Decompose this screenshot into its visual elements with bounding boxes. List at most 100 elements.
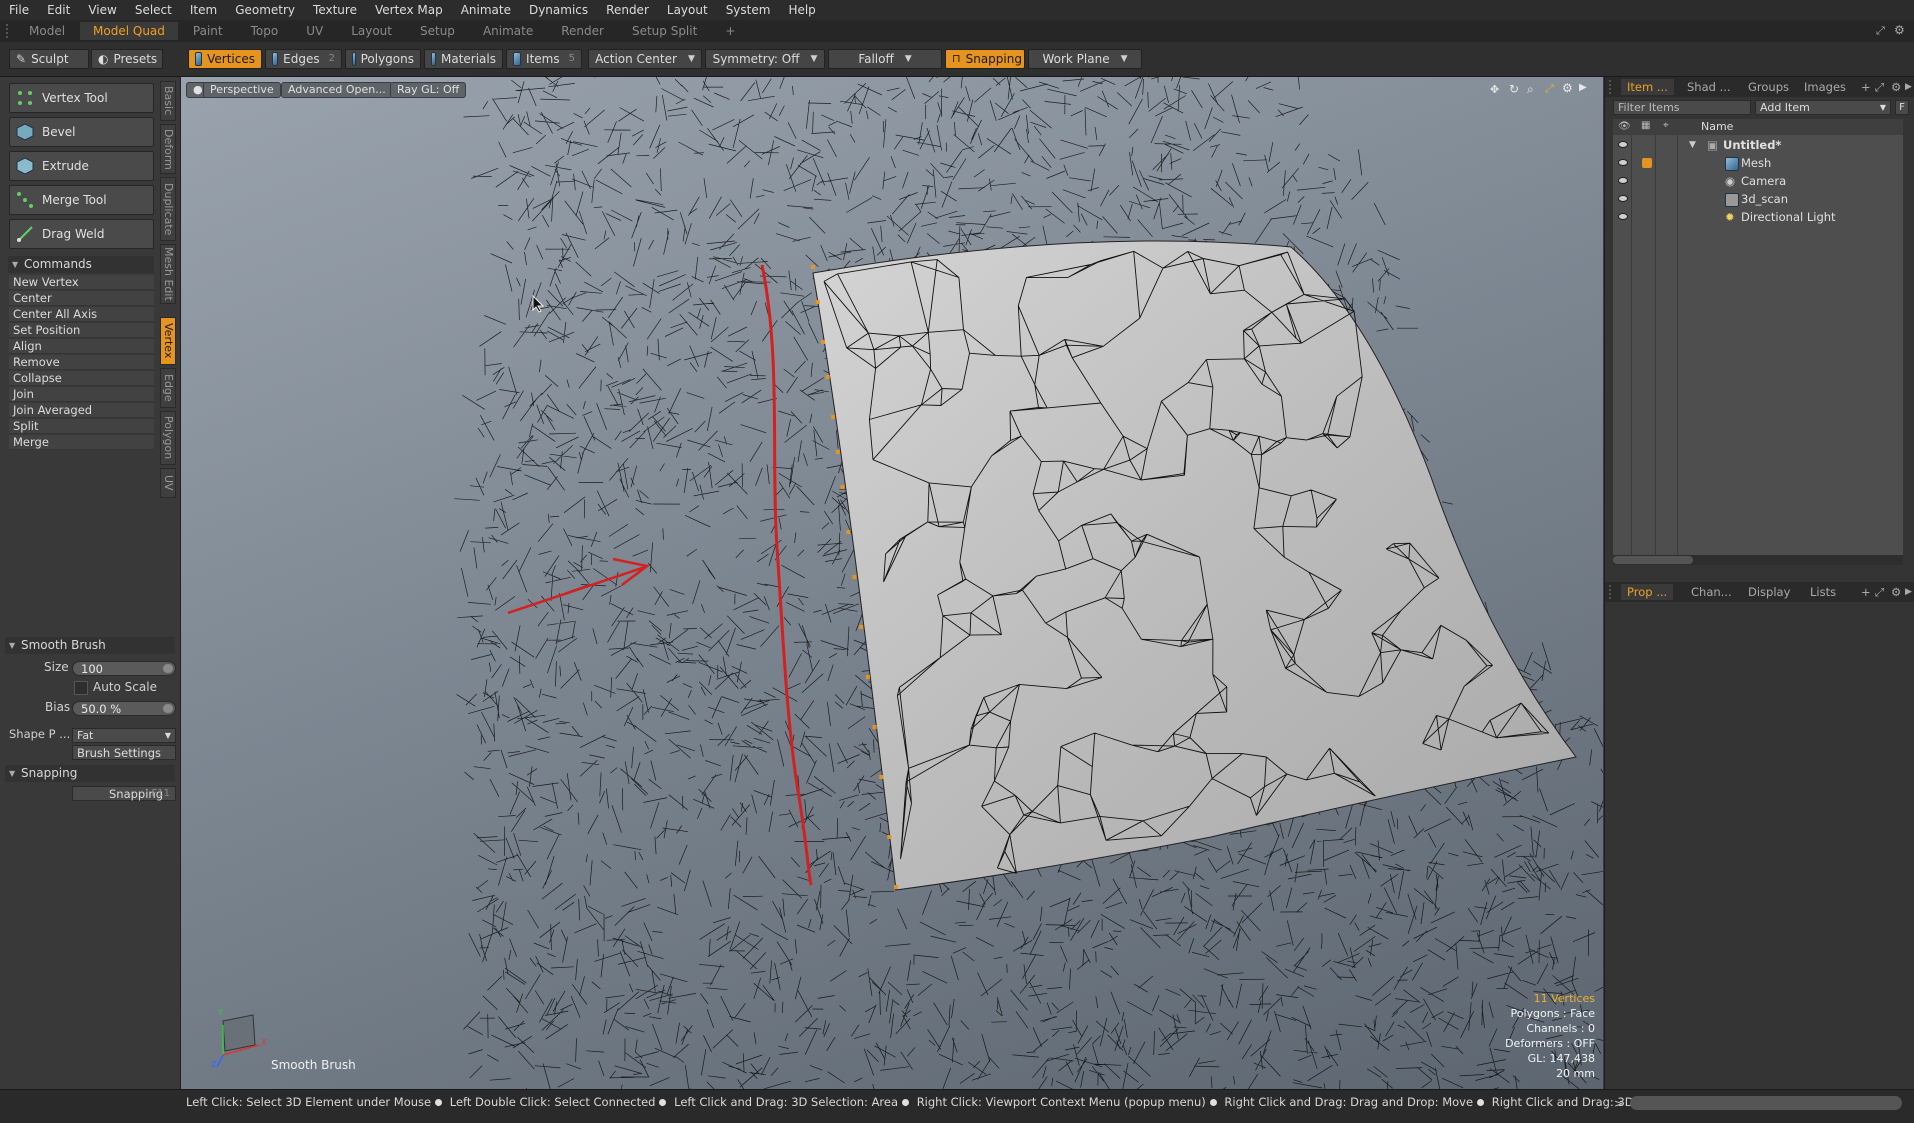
tab-images[interactable]: Images [1798,79,1852,95]
gear-icon[interactable]: ⚙ [1562,81,1573,95]
command-join[interactable]: Join [9,387,154,402]
type-column-icon[interactable]: ⌖ [1663,120,1669,131]
selected-vertex-marker[interactable] [865,675,870,679]
action-center-dropdown[interactable]: Action Center ▼ [588,49,702,69]
eye-icon[interactable] [1618,195,1628,202]
add-item-dropdown[interactable]: Add Item ▼ [1755,100,1891,115]
selected-vertex-marker[interactable] [852,575,857,579]
side-tab-polygon[interactable]: Polygon [160,411,176,465]
snapping-section-header[interactable]: Snapping [5,765,175,782]
maximize-icon[interactable]: ⤢ [1876,24,1885,38]
menu-texture[interactable]: Texture [304,0,366,20]
selected-vertex-marker[interactable] [815,300,820,304]
presets-button[interactable]: ◐ Presets [91,49,163,69]
layout-tab-model[interactable]: Model [16,22,78,40]
shape-preset-dropdown[interactable]: Fat ▼ [72,728,176,743]
list-item[interactable]: 3d_scan [1613,190,1903,208]
selected-vertex-marker[interactable] [825,375,830,379]
command-center[interactable]: Center [9,291,154,306]
selected-vertex-marker[interactable] [840,485,845,489]
command-input[interactable] [1630,1096,1902,1110]
bias-field[interactable]: 50.0 % [72,701,176,716]
shading-mode-button[interactable]: Advanced Open... [281,82,393,98]
visibility-column-icon[interactable]: 👁 [1618,121,1631,132]
command-remove[interactable]: Remove [9,355,154,370]
layout-tab-setup-split[interactable]: Setup Split [619,22,710,40]
expand-arrow-icon[interactable]: ▶ [1899,79,1914,95]
bevel-button[interactable]: Bevel [9,117,154,147]
selected-vertex-marker[interactable] [859,625,864,629]
selected-vertex-marker[interactable] [831,415,836,419]
eye-icon[interactable] [1618,159,1628,166]
move-view-icon[interactable]: ✥ [1490,83,1499,96]
edges-mode-button[interactable]: Edges 2 [265,49,342,69]
side-tab-duplicate[interactable]: Duplicate [160,177,176,241]
rotate-view-icon[interactable]: ↻ [1509,82,1519,96]
selected-vertex-marker[interactable] [811,265,815,269]
scene-canvas[interactable] [181,77,1603,1089]
auto-scale-checkbox[interactable] [74,681,88,695]
selected-vertex-marker[interactable] [887,835,892,839]
brush-settings-button[interactable]: Brush Settings [72,745,176,760]
items-mode-button[interactable]: Items 5 [506,49,582,69]
lock-icon[interactable] [1642,158,1652,168]
command-split[interactable]: Split [9,419,154,434]
tab-shader-tree[interactable]: Shad ... [1681,79,1737,95]
scan-surface[interactable] [812,240,1577,891]
ray-gl-button[interactable]: Ray GL: Off [390,82,467,98]
tab-lists[interactable]: Lists [1804,584,1842,600]
commands-section-header[interactable]: Commands [8,256,154,273]
list-item[interactable]: ◉ Camera [1613,172,1903,190]
command-set-position[interactable]: Set Position [9,323,154,338]
filter-items-input[interactable]: Filter Items [1613,100,1751,115]
eye-icon[interactable] [1618,141,1628,148]
menu-system[interactable]: System [717,0,780,20]
command-new-vertex[interactable]: New Vertex [9,275,154,290]
snapping-panel-button[interactable]: Snapping F11 [72,786,176,801]
sculpt-button[interactable]: ✎ Sculpt [9,49,89,69]
menu-layout[interactable]: Layout [658,0,717,20]
grip-icon[interactable] [1609,585,1619,599]
name-column-header[interactable]: Name [1701,120,1733,133]
menu-view[interactable]: View [79,0,125,20]
spinner-icon[interactable] [163,704,173,713]
selected-vertex-marker[interactable] [894,885,898,889]
layout-tab-paint[interactable]: Paint [180,22,236,40]
list-item[interactable]: ▼ ▣ Untitled* [1613,136,1903,154]
command-merge[interactable]: Merge [9,435,154,450]
selected-vertex-marker[interactable] [879,775,884,779]
perspective-button[interactable]: Perspective [203,82,281,98]
command-collapse[interactable]: Collapse [9,371,154,386]
grip-icon[interactable] [1609,80,1619,94]
selected-vertex-marker[interactable] [821,340,825,344]
side-tab-edge[interactable]: Edge [160,368,176,408]
symmetry-dropdown[interactable]: Symmetry: Off ▼ [705,49,825,69]
layout-tab-layout[interactable]: Layout [338,22,405,40]
list-item[interactable]: ✹ Directional Light [1613,208,1903,226]
falloff-dropdown[interactable]: Falloff ▼ [828,49,942,69]
side-tab-deform[interactable]: Deform [160,124,176,174]
smooth-brush-section-header[interactable]: Smooth Brush [5,637,175,654]
side-tab-uv[interactable]: UV [160,468,176,498]
command-history-arrow[interactable]: > [1614,1097,1623,1110]
add-layout-tab-button[interactable]: + [712,22,748,40]
menu-help[interactable]: Help [779,0,824,20]
extrude-button[interactable]: Extrude [9,151,154,181]
menu-file[interactable]: File [0,0,38,20]
side-tab-basic[interactable]: Basic [160,81,176,121]
work-plane-dropdown[interactable]: Work Plane ▼ [1028,49,1142,69]
3d-viewport[interactable]: ● Perspective Advanced Open... Ray GL: O… [181,77,1603,1089]
f-button[interactable]: F [1895,100,1909,115]
side-tab-mesh-edit[interactable]: Mesh Edit [160,244,176,304]
merge-tool-button[interactable]: Merge Tool [9,185,154,215]
tab-groups[interactable]: Groups [1742,79,1795,95]
eye-icon[interactable] [1618,177,1628,184]
command-join-averaged[interactable]: Join Averaged [9,403,154,418]
layout-tab-render[interactable]: Render [548,22,617,40]
side-tab-vertex[interactable]: Vertex [160,317,176,365]
menu-edit[interactable]: Edit [38,0,79,20]
drag-weld-button[interactable]: Drag Weld [9,219,154,249]
list-item[interactable]: Mesh [1613,154,1903,172]
layout-tab-animate[interactable]: Animate [470,22,546,40]
tab-properties[interactable]: Prop ... [1621,584,1674,600]
